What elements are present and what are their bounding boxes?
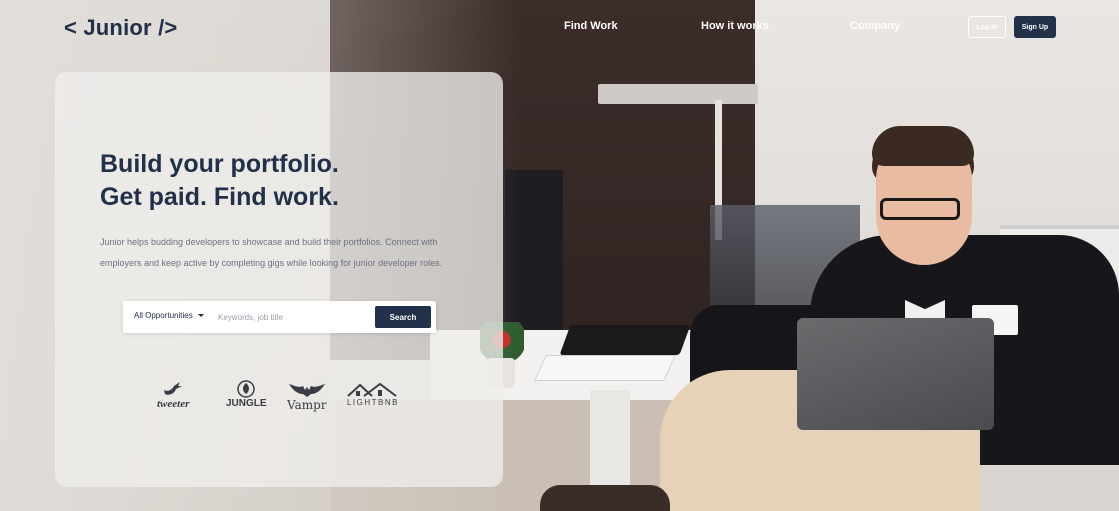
nav-how-it-works[interactable]: How it works <box>701 20 769 32</box>
partner-logos: tweeter JUNGLE Vampr LIGHTBNB <box>155 378 405 414</box>
search-input[interactable] <box>218 309 368 325</box>
hero-card: Build your portfolio. Get paid. Find wor… <box>55 72 503 487</box>
partner-name: LIGHTBNB <box>346 398 399 407</box>
partner-tweeter: tweeter <box>157 378 189 410</box>
laptop <box>797 318 994 430</box>
logo[interactable]: < Junior /> <box>64 15 177 41</box>
nav-find-work[interactable]: Find Work <box>564 20 618 32</box>
search-bar: All Opportunities Search <box>123 301 436 333</box>
houses-icon <box>346 378 400 398</box>
leaf-icon <box>236 378 256 398</box>
headline-line-1: Build your portfolio. <box>100 150 339 178</box>
keyboard <box>559 325 691 355</box>
partner-jungle: JUNGLE <box>226 378 267 409</box>
chevron-down-icon <box>197 314 204 317</box>
opportunity-select[interactable]: All Opportunities <box>134 311 204 320</box>
hero-description: Junior helps budding developers to showc… <box>100 237 443 268</box>
person-shoe <box>540 485 670 511</box>
login-button[interactable]: Log In <box>968 16 1006 38</box>
notebook <box>533 355 677 381</box>
site-header: < Junior /> Find Work How it works Compa… <box>0 0 1119 56</box>
partner-name: tweeter <box>157 398 190 410</box>
partner-name: JUNGLE <box>226 398 267 409</box>
partner-lightbnb: LIGHTBNB <box>346 378 400 407</box>
hero-headline: Build your portfolio. Get paid. Find wor… <box>100 148 339 214</box>
bat-icon <box>288 378 325 398</box>
person-glasses <box>880 198 960 220</box>
bird-icon <box>162 378 184 398</box>
person-hair-top <box>872 126 974 166</box>
partner-name: Vampr <box>287 398 327 412</box>
lamp-arm <box>598 84 758 104</box>
signup-button[interactable]: Sign Up <box>1014 16 1056 38</box>
search-button[interactable]: Search <box>375 306 431 328</box>
headline-line-2: Get paid. Find work. <box>100 183 339 211</box>
opportunity-select-value: All Opportunities <box>134 311 193 320</box>
partner-vampr: Vampr <box>287 378 327 412</box>
nav-company[interactable]: Company <box>850 20 900 32</box>
